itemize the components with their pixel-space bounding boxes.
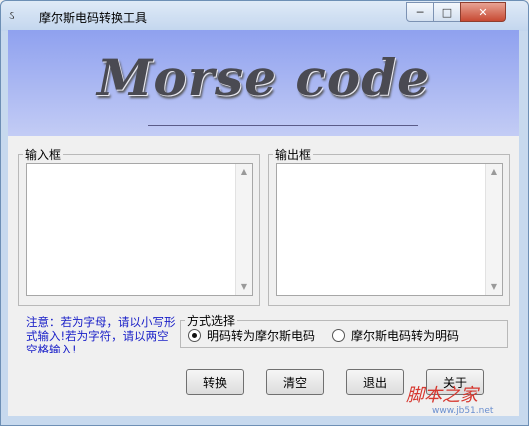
output-textarea[interactable]: ▲ ▼ bbox=[276, 163, 503, 296]
input-scrollbar[interactable]: ▲ ▼ bbox=[235, 164, 252, 295]
close-icon: ✕ bbox=[478, 5, 488, 19]
window-title: 摩尔斯电码转换工具 bbox=[39, 11, 148, 25]
scroll-up-icon[interactable]: ▲ bbox=[236, 164, 252, 180]
maximize-button[interactable]: □ bbox=[433, 2, 461, 22]
radio-text-to-morse[interactable]: 明码转为摩尔斯电码 bbox=[188, 327, 315, 344]
banner-logo-text: Morse code bbox=[97, 48, 430, 107]
app-icon: ઽ bbox=[9, 9, 15, 22]
title-bar[interactable]: ઽ 摩尔斯电码转换工具 ─ □ ✕ bbox=[1, 1, 528, 31]
input-note: 注意：若为字母，请以小写形式输入!若为字符，请以两空空格输入! bbox=[26, 315, 176, 353]
close-button[interactable]: ✕ bbox=[460, 2, 506, 22]
radio-text-to-morse-label: 明码转为摩尔斯电码 bbox=[207, 329, 316, 343]
scroll-down-icon[interactable]: ▼ bbox=[486, 279, 502, 295]
input-textarea[interactable]: ▲ ▼ bbox=[26, 163, 253, 296]
input-group-label: 输入框 bbox=[25, 148, 62, 162]
output-scrollbar[interactable]: ▲ ▼ bbox=[485, 164, 502, 295]
maximize-icon: □ bbox=[441, 5, 453, 19]
convert-button[interactable]: 转换 bbox=[186, 369, 244, 395]
radio-selected-icon bbox=[188, 329, 201, 342]
watermark-logo: 脚本之家 bbox=[406, 385, 478, 406]
scroll-up-icon[interactable]: ▲ bbox=[486, 164, 502, 180]
radio-unselected-icon bbox=[332, 329, 345, 342]
exit-button[interactable]: 退出 bbox=[346, 369, 404, 395]
watermark-url: www.jb51.net bbox=[432, 406, 494, 416]
banner: Morse code bbox=[8, 30, 519, 136]
output-group-label: 输出框 bbox=[275, 148, 312, 162]
scroll-down-icon[interactable]: ▼ bbox=[236, 279, 252, 295]
minimize-button[interactable]: ─ bbox=[406, 2, 434, 22]
clear-button[interactable]: 清空 bbox=[266, 369, 324, 395]
radio-morse-to-text-label: 摩尔斯电码转为明码 bbox=[351, 329, 460, 343]
minimize-icon: ─ bbox=[416, 5, 424, 19]
radio-morse-to-text[interactable]: 摩尔斯电码转为明码 bbox=[332, 327, 459, 344]
banner-underline bbox=[148, 125, 418, 126]
